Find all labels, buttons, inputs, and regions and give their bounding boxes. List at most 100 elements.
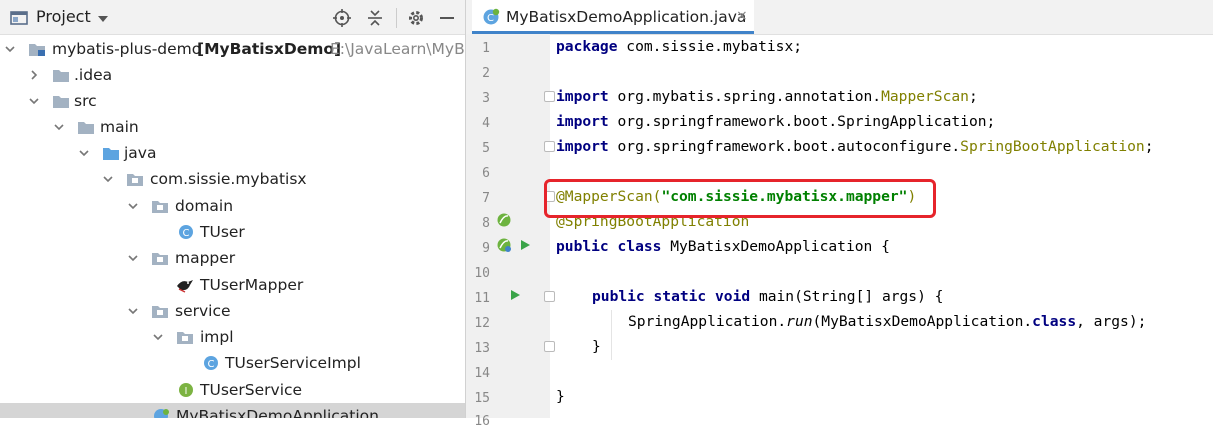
tree-item-label: com.sissie.mybatisx	[150, 170, 307, 188]
class-icon: C	[179, 225, 193, 239]
code-line-1: package com.sissie.mybatisx;	[556, 38, 802, 55]
line-number: 6	[482, 166, 490, 181]
svg-text:C: C	[487, 13, 494, 24]
code-text: org.springframework.boot.autoconfigure.	[608, 138, 961, 155]
chevron-down-icon[interactable]	[53, 121, 65, 133]
package-icon	[152, 253, 168, 265]
close-icon[interactable]: ×	[736, 8, 748, 24]
chevron-down-icon[interactable]	[127, 252, 139, 264]
locate-icon[interactable]	[333, 9, 351, 27]
keyword: import	[556, 88, 609, 105]
tab-mybatisxdemoapplication[interactable]: C MyBatisxDemoApplication.java ×	[472, 0, 754, 34]
chevron-down-icon[interactable]	[102, 173, 114, 185]
tree-item-label: .idea	[74, 66, 113, 84]
project-header: Project	[0, 0, 465, 35]
run-icon[interactable]	[508, 288, 522, 302]
chevron-down-icon[interactable]	[78, 147, 90, 159]
tree-item-mapper[interactable]: mapper	[0, 245, 465, 271]
package-icon	[177, 332, 193, 344]
spring-bean-icon[interactable]	[496, 212, 512, 228]
code-line-3: import org.mybatis.spring.annotation.Map…	[556, 88, 978, 105]
hide-icon[interactable]	[438, 9, 456, 27]
tree-item-service[interactable]: service	[0, 298, 465, 324]
chevron-down-icon[interactable]	[28, 95, 40, 107]
editor-tab-bar: C MyBatisxDemoApplication.java ×	[466, 0, 1213, 35]
interface-icon: I	[179, 383, 193, 397]
keyword: package	[556, 38, 618, 55]
chevron-down-icon[interactable]	[127, 200, 139, 212]
line-number: 4	[482, 116, 490, 131]
code-text: ;	[968, 88, 978, 105]
tree-item-tuser[interactable]: C TUser	[0, 219, 465, 245]
tree-item-main[interactable]: main	[0, 114, 465, 140]
code-area[interactable]: package com.sissie.mybatisx; import org.…	[556, 34, 1206, 418]
line-number: 2	[482, 66, 490, 81]
tree-item-java[interactable]: java	[0, 140, 465, 166]
tree-item-project-root[interactable]: mybatis-plus-demo [MyBatisxDemo] E:\Java…	[0, 36, 465, 62]
tree-item-tusermapper[interactable]: TUserMapper	[0, 272, 465, 298]
tree-item-label: TUser	[200, 223, 245, 241]
run-icon[interactable]	[518, 238, 532, 252]
chevron-down-icon[interactable]	[152, 331, 164, 343]
code-line-5: import org.springframework.boot.autoconf…	[556, 138, 1153, 155]
code-text: SpringApplication.	[628, 313, 787, 330]
gear-icon[interactable]	[407, 9, 425, 27]
indent-guide	[611, 310, 612, 360]
tree-item-src[interactable]: src	[0, 88, 465, 114]
fold-marker-icon[interactable]	[544, 291, 555, 302]
package-icon	[152, 306, 168, 318]
project-view-dropdown-icon[interactable]	[98, 16, 108, 22]
collapse-all-icon[interactable]	[366, 9, 384, 27]
fold-marker-icon[interactable]	[544, 141, 555, 152]
tree-item-mybatisxdemoapplication[interactable]: MyBatisxDemoApplication	[0, 403, 465, 418]
code-line-13: }	[592, 338, 601, 355]
class-icon: C	[204, 356, 218, 370]
line-number: 14	[474, 366, 490, 381]
chevron-right-icon[interactable]	[28, 69, 40, 81]
line-number: 10	[474, 266, 490, 281]
annotation-highlight-box	[544, 179, 936, 218]
project-title[interactable]: Project	[36, 7, 91, 26]
chevron-down-icon[interactable]	[4, 43, 16, 55]
code-line-11: public static void main(String[] args) {	[592, 288, 943, 305]
keyword: public static void	[592, 288, 751, 305]
code-line-15: }	[556, 388, 565, 405]
tree-item-tuserserviceimpl[interactable]: C TUserServiceImpl	[0, 350, 465, 376]
tree-item-label: MyBatisxDemoApplication	[176, 407, 379, 418]
line-number: 15	[474, 391, 490, 406]
tree-item-label: main	[100, 118, 139, 136]
chevron-down-icon[interactable]	[127, 305, 139, 317]
folder-icon	[53, 70, 69, 82]
tree-item-idea[interactable]: .idea	[0, 62, 465, 88]
tree-item-domain[interactable]: domain	[0, 193, 465, 219]
project-tool-window: Project mybatis-plus-demo [MyBatisxDemo]…	[0, 0, 466, 418]
package-icon	[127, 174, 143, 186]
svg-text:I: I	[185, 386, 188, 397]
line-number: 3	[482, 91, 490, 106]
line-number: 8	[482, 216, 490, 231]
tree-item-label: TUserService	[200, 381, 303, 399]
code-text: (MyBatisxDemoApplication.	[812, 313, 1033, 330]
code-line-9: public class MyBatisxDemoApplication {	[556, 238, 890, 255]
fold-marker-icon[interactable]	[544, 341, 555, 352]
tree-item-package[interactable]: com.sissie.mybatisx	[0, 166, 465, 192]
module-folder-icon	[29, 44, 45, 56]
method-call: run	[786, 313, 813, 330]
tree-item-label: domain	[175, 197, 234, 215]
tree-item-tuserservice[interactable]: I TUserService	[0, 377, 465, 403]
code-line-4: import org.springframework.boot.SpringAp…	[556, 113, 995, 130]
editor-gutter[interactable]: 1 2 3 4 5 6 7 8 9 10 11 12 13 14 15 16	[466, 34, 555, 429]
code-text: org.mybatis.spring.annotation.	[608, 88, 882, 105]
tree-item-impl[interactable]: impl	[0, 324, 465, 350]
tree-item-label: TUserServiceImpl	[225, 354, 361, 372]
project-window-icon	[10, 11, 28, 25]
mybatis-bird-icon	[177, 280, 193, 293]
tree-item-label: java	[124, 144, 157, 162]
code-text: org.springframework.boot.SpringApplicati…	[608, 113, 996, 130]
tree-item-label: mapper	[175, 249, 236, 267]
fold-marker-icon[interactable]	[544, 91, 555, 102]
keyword: import	[556, 113, 609, 130]
spring-bean-icon[interactable]	[496, 237, 512, 253]
code-editor[interactable]: C MyBatisxDemoApplication.java × 1 2 3 4…	[466, 0, 1213, 429]
tab-label: MyBatisxDemoApplication.java	[506, 8, 747, 26]
